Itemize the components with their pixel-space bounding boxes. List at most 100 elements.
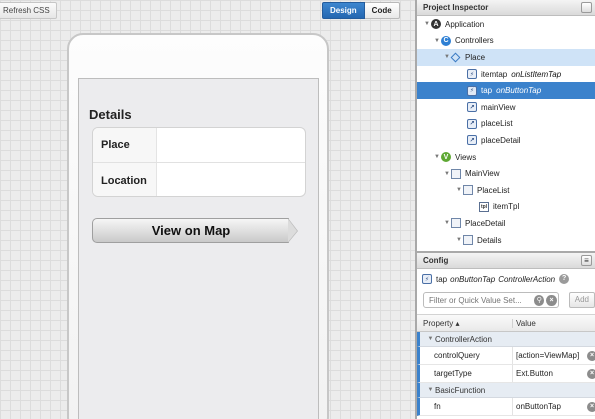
config-target-name: tap bbox=[436, 274, 448, 284]
view-mode-switch: Design Code bbox=[322, 2, 400, 19]
clear-filter-icon[interactable]: × bbox=[546, 294, 557, 306]
tree-item-sublabel: onButtonTap bbox=[496, 86, 542, 96]
view-on-map-button[interactable]: View on Map bbox=[92, 218, 289, 243]
tree-item-mainview-ref[interactable]: ↗ mainView bbox=[417, 99, 595, 116]
config-target-type: ControllerAction bbox=[498, 274, 556, 284]
config-target-fn: onButtonTap bbox=[450, 274, 496, 284]
project-inspector-title: Project Inspector bbox=[423, 3, 489, 12]
tree-item-mainview[interactable]: ▼ MainView bbox=[417, 165, 595, 182]
details-title: Details bbox=[89, 107, 132, 122]
tree-item-label: PlaceList bbox=[477, 185, 510, 195]
tree-item-placedetail[interactable]: ▼ PlaceDetail bbox=[417, 215, 595, 232]
tree-item-label: PlaceDetail bbox=[465, 218, 506, 228]
tree-item-sublabel: onListItemTap bbox=[511, 69, 562, 79]
group-label: ControllerAction bbox=[435, 334, 492, 344]
tree-item-application[interactable]: ▼ A Application bbox=[417, 16, 595, 33]
action-icon: ⚡ bbox=[422, 274, 432, 284]
design-mode-button[interactable]: Design bbox=[322, 2, 365, 19]
remove-property-icon[interactable]: × bbox=[587, 401, 595, 412]
property-column-header[interactable]: Property ▴ bbox=[417, 318, 513, 328]
tree-item-place-controller[interactable]: ▼ Place bbox=[417, 49, 595, 66]
panel-icon bbox=[451, 218, 461, 229]
tree-item-itemtap-action[interactable]: ⚡ itemtap onListItemTap bbox=[417, 66, 595, 83]
property-row-controlquery[interactable]: controlQuery [action=ViewMap] × bbox=[417, 347, 595, 365]
collapse-caret-icon[interactable]: ▼ bbox=[443, 220, 451, 226]
tree-item-views[interactable]: ▼ V Views bbox=[417, 149, 595, 166]
place-field-input[interactable] bbox=[157, 128, 305, 162]
tree-item-placelist[interactable]: ▼ PlaceList bbox=[417, 182, 595, 199]
property-value[interactable]: Ext.Button bbox=[513, 369, 553, 378]
right-sidebar: Project Inspector ▼ A Application ▼ C Co… bbox=[415, 0, 595, 419]
place-field-row[interactable]: Place bbox=[93, 128, 305, 163]
collapse-caret-icon[interactable]: ▼ bbox=[423, 21, 431, 27]
config-menu-icon[interactable]: ≡ bbox=[581, 255, 592, 266]
list-icon bbox=[463, 185, 473, 196]
reference-icon: ↗ bbox=[467, 118, 477, 129]
application-icon: A bbox=[431, 19, 441, 30]
group-controlleraction[interactable]: ▼ ControllerAction bbox=[417, 332, 595, 347]
collapse-caret-icon[interactable]: ▼ bbox=[433, 154, 441, 160]
tree-item-label: Application bbox=[445, 19, 485, 29]
tree-item-placedetail-ref[interactable]: ↗ placeDetail bbox=[417, 132, 595, 149]
search-icon[interactable]: ⚲ bbox=[534, 294, 545, 306]
collapse-caret-icon[interactable]: ▼ bbox=[455, 187, 463, 193]
tree-item-placelist-ref[interactable]: ↗ placeList bbox=[417, 116, 595, 133]
tree-item-label: placeList bbox=[481, 119, 513, 129]
property-value[interactable]: onButtonTap bbox=[513, 402, 561, 411]
collapse-caret-icon[interactable]: ▼ bbox=[455, 237, 463, 243]
tree-item-label: tap bbox=[481, 86, 493, 96]
view-icon bbox=[451, 168, 461, 179]
add-property-button[interactable]: Add bbox=[568, 292, 595, 308]
fieldset-icon bbox=[463, 235, 473, 246]
config-panel: Config ≡ ⚡ tap onButtonTap ControllerAct… bbox=[417, 251, 595, 419]
config-header: Config ≡ bbox=[417, 253, 595, 269]
controllers-icon: C bbox=[441, 35, 451, 46]
code-mode-button[interactable]: Code bbox=[364, 2, 400, 19]
tree-item-controllers[interactable]: ▼ C Controllers bbox=[417, 33, 595, 50]
place-field-label: Place bbox=[93, 128, 157, 162]
project-tree[interactable]: ▼ A Application ▼ C Controllers ▼ Place … bbox=[417, 16, 595, 248]
reference-icon: ↗ bbox=[467, 135, 477, 146]
property-row-fn[interactable]: fn onButtonTap × bbox=[417, 398, 595, 416]
collapse-caret-icon[interactable]: ▼ bbox=[426, 387, 435, 393]
remove-property-icon[interactable]: × bbox=[587, 350, 595, 361]
tree-item-label: Controllers bbox=[455, 36, 494, 46]
tree-item-label: mainView bbox=[481, 102, 516, 112]
project-inspector-header: Project Inspector bbox=[417, 0, 595, 16]
location-field-label: Location bbox=[93, 163, 157, 196]
tree-item-label: MainView bbox=[465, 169, 500, 179]
tree-item-label: itemtap bbox=[481, 69, 508, 79]
details-fieldset[interactable]: Place Location bbox=[92, 127, 306, 197]
location-field-input[interactable] bbox=[157, 163, 305, 196]
config-target: ⚡ tap onButtonTap ControllerAction ? bbox=[417, 269, 595, 289]
controller-diamond-icon bbox=[450, 52, 461, 63]
property-value[interactable]: [action=ViewMap] bbox=[513, 351, 579, 360]
refresh-css-button[interactable]: Refresh CSS bbox=[0, 2, 57, 19]
collapse-caret-icon[interactable]: ▼ bbox=[426, 336, 435, 342]
config-title: Config bbox=[423, 256, 449, 265]
design-canvas[interactable]: Refresh CSS Design Code Details Place Lo… bbox=[0, 0, 415, 419]
group-basicfunction[interactable]: ▼ BasicFunction bbox=[417, 383, 595, 398]
tree-item-label: placeDetail bbox=[481, 135, 521, 145]
property-grid-header: Property ▴ Value bbox=[417, 314, 595, 332]
property-name: targetType bbox=[420, 365, 513, 382]
group-label: BasicFunction bbox=[435, 385, 486, 395]
action-icon: ⚡ bbox=[467, 85, 477, 96]
tree-item-label: Details bbox=[477, 235, 502, 245]
tree-item-itemtpl[interactable]: tpl itemTpl bbox=[417, 199, 595, 216]
tree-item-details[interactable]: ▼ Details bbox=[417, 232, 595, 248]
remove-property-icon[interactable]: × bbox=[587, 368, 595, 379]
tree-item-label: Views bbox=[455, 152, 477, 162]
collapse-caret-icon[interactable]: ▼ bbox=[443, 171, 451, 177]
help-icon[interactable]: ? bbox=[559, 274, 570, 284]
tree-item-tap-action[interactable]: ⚡ tap onButtonTap bbox=[417, 82, 595, 99]
tree-item-label: itemTpl bbox=[493, 202, 520, 212]
device-screen[interactable]: Details Place Location View on Map bbox=[78, 78, 319, 419]
property-row-targettype[interactable]: targetType Ext.Button × bbox=[417, 365, 595, 383]
location-field-row[interactable]: Location bbox=[93, 163, 305, 196]
inspector-menu-icon[interactable] bbox=[581, 2, 592, 13]
view-on-map-button-arrow-fill bbox=[288, 219, 297, 242]
tree-item-label: Place bbox=[465, 52, 486, 62]
collapse-caret-icon[interactable]: ▼ bbox=[433, 38, 441, 44]
template-icon: tpl bbox=[479, 201, 489, 212]
